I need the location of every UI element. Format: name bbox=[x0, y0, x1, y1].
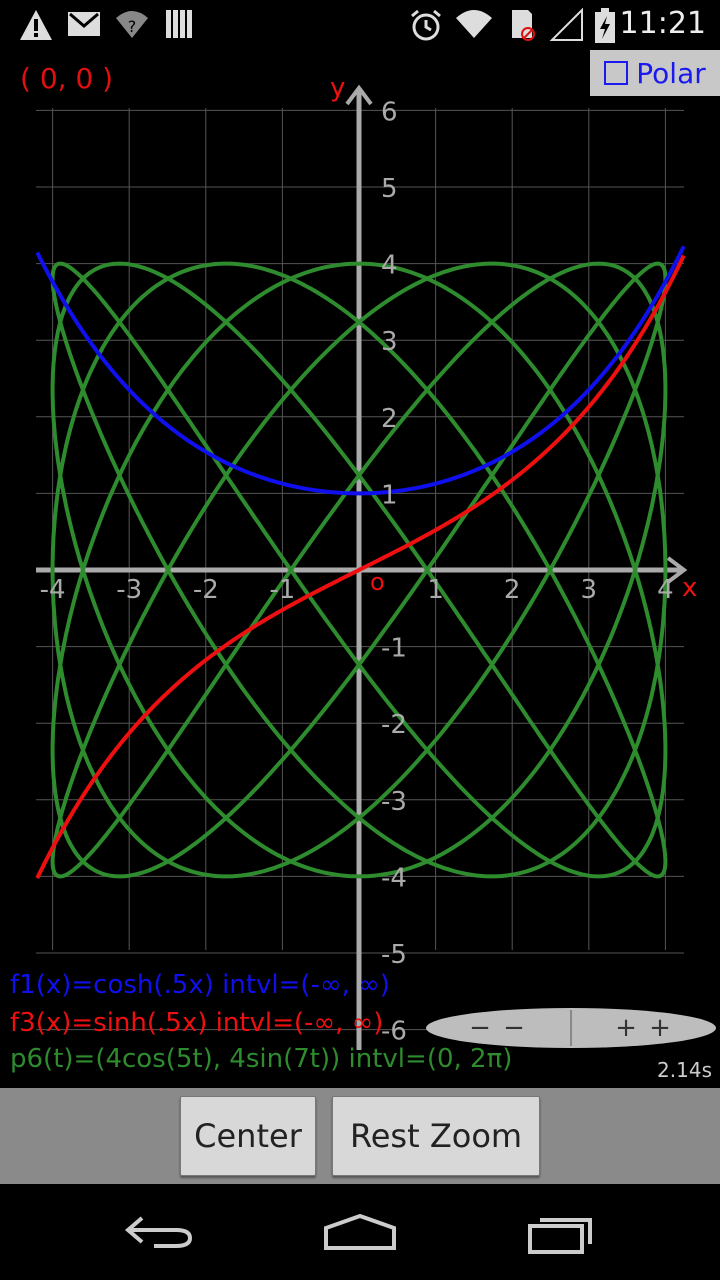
y-axis-label: y bbox=[330, 73, 345, 103]
y-tick-label: 1 bbox=[381, 480, 398, 510]
x-tick-label: -4 bbox=[40, 575, 66, 605]
render-time: 2.14s bbox=[657, 1058, 712, 1082]
status-time: 11:21 bbox=[619, 6, 706, 41]
zoom-out-button[interactable]: − − bbox=[426, 1008, 570, 1048]
polar-checkbox[interactable]: Polar bbox=[590, 50, 720, 96]
graph-canvas[interactable]: -4 -3 -2 -1 1 2 3 4 6 5 4 3 2 1 -1 -2 -3 -4 -5 -6 x y o bbox=[0, 50, 720, 1088]
y-tick-label: -6 bbox=[381, 1017, 407, 1047]
polar-label: Polar bbox=[636, 56, 706, 90]
wifi-question-icon: ? bbox=[116, 11, 148, 38]
y-tick-label: 3 bbox=[381, 327, 398, 357]
coordinate-readout: ( 0, 0 ) bbox=[20, 62, 114, 95]
warning-icon bbox=[20, 10, 52, 40]
x-tick-label: 4 bbox=[657, 575, 674, 605]
home-icon[interactable] bbox=[322, 1212, 398, 1252]
wifi-icon bbox=[456, 10, 492, 38]
y-tick-label: 4 bbox=[381, 251, 398, 281]
x-tick-label: 3 bbox=[581, 575, 598, 605]
y-tick-label: 6 bbox=[381, 97, 398, 127]
zoom-in-button[interactable]: + + bbox=[572, 1008, 716, 1048]
y-tick-label: -2 bbox=[381, 710, 407, 740]
graph-area[interactable]: -4 -3 -2 -1 1 2 3 4 6 5 4 3 2 1 -1 -2 -3 -4 -5 -6 x y o ( 0, 0… bbox=[0, 50, 720, 1088]
y-tick-label: -1 bbox=[381, 634, 407, 664]
origin-label: o bbox=[370, 568, 385, 596]
function-f3-label[interactable]: f3(x)=sinh(.5x) intvl=(-∞, ∞) bbox=[10, 1008, 383, 1038]
alarm-icon bbox=[411, 9, 441, 41]
y-tick-label: 5 bbox=[381, 174, 398, 204]
zoom-control: − − + + bbox=[426, 1008, 716, 1048]
battery-charging-icon bbox=[595, 8, 615, 43]
checkbox-icon[interactable] bbox=[604, 61, 629, 85]
status-bar: ? 11:21 bbox=[0, 0, 720, 50]
x-tick-label: -2 bbox=[193, 575, 219, 605]
signal-bars-icon bbox=[166, 10, 192, 38]
navigation-bar bbox=[0, 1184, 720, 1280]
x-axis-label: x bbox=[682, 573, 697, 603]
cell-signal-icon bbox=[549, 8, 583, 41]
sd-card-icon bbox=[512, 10, 535, 41]
x-tick-label: -3 bbox=[116, 575, 142, 605]
function-f1-label[interactable]: f1(x)=cosh(.5x) intvl=(-∞, ∞) bbox=[10, 970, 390, 1000]
y-tick-label: -3 bbox=[381, 787, 407, 817]
x-tick-label: -1 bbox=[269, 575, 295, 605]
x-tick-label: 1 bbox=[427, 575, 444, 605]
recents-icon[interactable] bbox=[526, 1212, 598, 1256]
y-tick-label: -4 bbox=[381, 863, 407, 893]
center-button[interactable]: Center bbox=[180, 1096, 316, 1176]
svg-text:?: ? bbox=[128, 17, 137, 36]
function-p6-label[interactable]: p6(t)=(4cos(5t), 4sin(7t)) intvl=(0, 2π) bbox=[10, 1044, 512, 1074]
x-tick-label: 2 bbox=[504, 575, 521, 605]
back-icon[interactable] bbox=[124, 1212, 196, 1252]
reset-zoom-button[interactable]: Rest Zoom bbox=[332, 1096, 540, 1176]
gmail-icon bbox=[68, 12, 100, 36]
y-tick-label: -5 bbox=[381, 940, 407, 970]
button-bar: Center Rest Zoom bbox=[0, 1088, 720, 1184]
y-tick-label: 2 bbox=[381, 404, 398, 434]
